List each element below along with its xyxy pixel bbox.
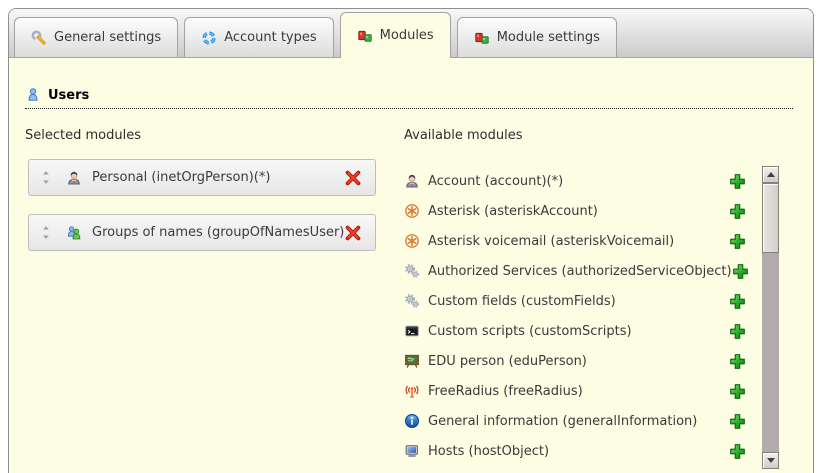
available-module-label: Custom fields (customFields) bbox=[428, 294, 616, 309]
configuration-panel: General settings Account types Modules M… bbox=[8, 8, 814, 473]
add-module-button[interactable] bbox=[729, 353, 746, 370]
available-module-row: Asterisk voicemail (asteriskVoicemail) bbox=[404, 226, 746, 256]
drag-updown-icon[interactable] bbox=[41, 170, 51, 185]
modules-content: Users Selected modules Available modules… bbox=[9, 58, 813, 473]
scrollbar-thumb[interactable] bbox=[762, 183, 779, 253]
wrench-icon bbox=[31, 30, 47, 46]
tab-general-settings[interactable]: General settings bbox=[14, 17, 178, 57]
green-plus-icon bbox=[729, 323, 746, 340]
gears-icon bbox=[404, 263, 420, 279]
green-plus-icon bbox=[729, 293, 746, 310]
green-plus-icon bbox=[729, 353, 746, 370]
add-module-button[interactable] bbox=[729, 293, 746, 310]
remove-module-button[interactable] bbox=[344, 169, 362, 187]
available-module-row: FreeRadius (freeRadius) bbox=[404, 376, 746, 406]
computer-icon bbox=[404, 443, 420, 459]
antenna-icon bbox=[404, 383, 420, 399]
gears-icon bbox=[404, 293, 420, 309]
available-module-row: Custom fields (customFields) bbox=[404, 286, 746, 316]
available-module-row: Account (account)(*) bbox=[404, 166, 746, 196]
add-module-button[interactable] bbox=[729, 383, 746, 400]
green-plus-icon bbox=[729, 203, 746, 220]
businessman-icon bbox=[66, 170, 82, 186]
red-x-icon bbox=[344, 169, 362, 187]
available-module-row: General information (generalInformation) bbox=[404, 406, 746, 436]
green-plus-icon bbox=[732, 263, 749, 280]
add-module-button[interactable] bbox=[729, 413, 746, 430]
account-types-icon bbox=[201, 30, 217, 46]
tab-label: Module settings bbox=[497, 30, 600, 45]
section-title: Users bbox=[48, 88, 89, 103]
add-module-button[interactable] bbox=[729, 323, 746, 340]
available-module-label: General information (generalInformation) bbox=[428, 414, 697, 429]
selected-module-row: Personal (inetOrgPerson)(*) bbox=[28, 159, 376, 196]
available-modules-scrollbar[interactable] bbox=[762, 166, 779, 469]
info-icon bbox=[404, 413, 420, 429]
selected-module-label: Personal (inetOrgPerson)(*) bbox=[92, 170, 270, 185]
app-screen: General settings Account types Modules M… bbox=[0, 0, 824, 473]
add-module-button[interactable] bbox=[729, 443, 746, 460]
available-modules-label: Available modules bbox=[404, 128, 522, 143]
users-section-header: Users bbox=[25, 87, 793, 109]
green-plus-icon bbox=[729, 173, 746, 190]
drag-updown-icon[interactable] bbox=[41, 225, 51, 240]
tab-label: Account types bbox=[224, 30, 316, 45]
tab-account-types[interactable]: Account types bbox=[184, 17, 333, 57]
green-plus-icon bbox=[729, 233, 746, 250]
available-module-label: Asterisk (asteriskAccount) bbox=[428, 204, 598, 219]
available-module-row: EDU person (eduPerson) bbox=[404, 346, 746, 376]
businessman-icon bbox=[404, 173, 420, 189]
terminal-icon bbox=[404, 323, 420, 339]
add-module-button[interactable] bbox=[729, 203, 746, 220]
asterisk-icon bbox=[404, 233, 420, 249]
modules-cubes-icon bbox=[474, 30, 490, 46]
green-plus-icon bbox=[729, 413, 746, 430]
green-plus-icon bbox=[729, 443, 746, 460]
user-icon bbox=[25, 87, 41, 103]
add-module-button[interactable] bbox=[729, 173, 746, 190]
available-module-label: Authorized Services (authorizedServiceOb… bbox=[428, 264, 732, 279]
modules-cubes-icon bbox=[357, 28, 373, 44]
available-module-row: Hosts (hostObject) bbox=[404, 436, 746, 466]
tab-module-settings[interactable]: Module settings bbox=[457, 17, 617, 57]
selected-module-label: Groups of names (groupOfNamesUser) bbox=[92, 225, 344, 240]
selected-modules-list: Personal (inetOrgPerson)(*) Groups of na… bbox=[28, 159, 376, 269]
available-module-label: Hosts (hostObject) bbox=[428, 444, 549, 459]
green-plus-icon bbox=[729, 383, 746, 400]
available-module-row: Asterisk (asteriskAccount) bbox=[404, 196, 746, 226]
available-module-label: FreeRadius (freeRadius) bbox=[428, 384, 583, 399]
scroll-down-button[interactable] bbox=[762, 452, 779, 469]
asterisk-icon bbox=[404, 203, 420, 219]
available-module-row: Custom scripts (customScripts) bbox=[404, 316, 746, 346]
selected-modules-label: Selected modules bbox=[25, 128, 141, 143]
red-x-icon bbox=[344, 224, 362, 242]
available-module-row: Authorized Services (authorizedServiceOb… bbox=[404, 256, 746, 286]
tab-modules[interactable]: Modules bbox=[340, 12, 451, 58]
add-module-button[interactable] bbox=[729, 233, 746, 250]
available-module-label: Account (account)(*) bbox=[428, 174, 563, 189]
chalkboard-icon bbox=[404, 353, 420, 369]
remove-module-button[interactable] bbox=[344, 224, 362, 242]
user-group-icon bbox=[66, 225, 82, 241]
tab-bar: General settings Account types Modules M… bbox=[9, 9, 813, 58]
available-module-label: EDU person (eduPerson) bbox=[428, 354, 587, 369]
tab-label: General settings bbox=[54, 30, 161, 45]
add-module-button[interactable] bbox=[732, 263, 749, 280]
available-modules-list: Account (account)(*) Asterisk (asteriskA… bbox=[404, 166, 746, 466]
selected-module-row: Groups of names (groupOfNamesUser) bbox=[28, 214, 376, 251]
scroll-up-icon bbox=[767, 172, 775, 177]
available-module-label: Custom scripts (customScripts) bbox=[428, 324, 632, 339]
available-module-label: Asterisk voicemail (asteriskVoicemail) bbox=[428, 234, 674, 249]
scroll-up-button[interactable] bbox=[762, 166, 779, 183]
scroll-down-icon bbox=[767, 458, 775, 463]
tab-label: Modules bbox=[380, 28, 434, 43]
